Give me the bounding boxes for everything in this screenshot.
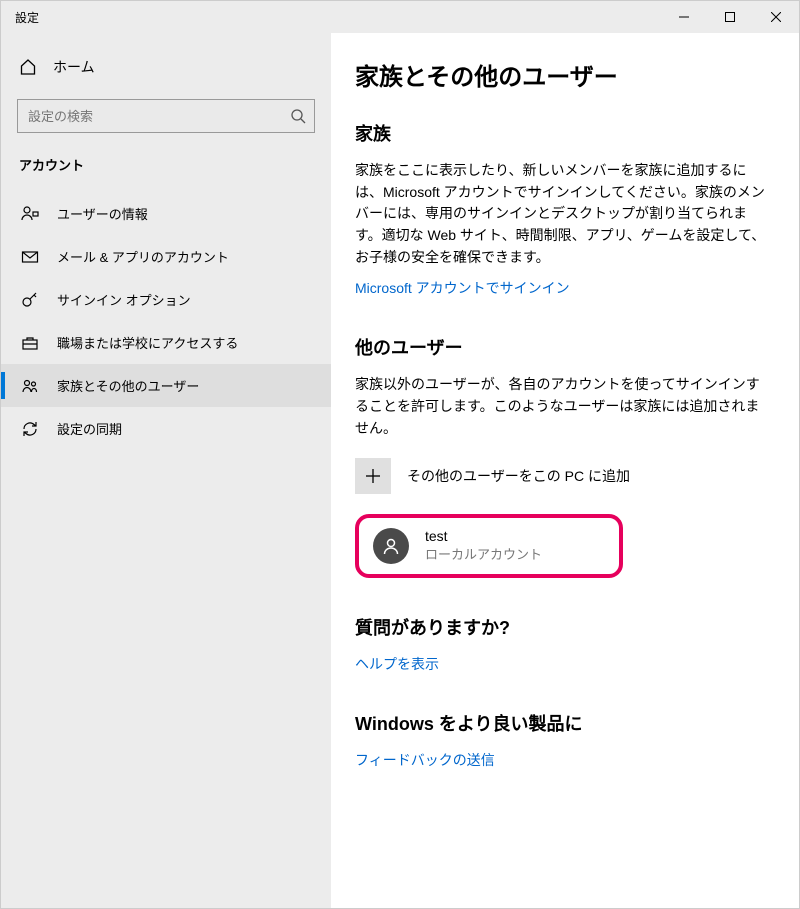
close-icon (771, 12, 781, 22)
sync-icon (21, 420, 39, 438)
close-button[interactable] (753, 1, 799, 33)
help-link[interactable]: ヘルプを表示 (355, 656, 439, 672)
help-heading: 質問がありますか? (355, 614, 767, 640)
page-title: 家族とその他のユーザー (355, 57, 767, 92)
sidebar-item-label: サインイン オプション (57, 290, 191, 309)
family-body: 家族をここに表示したり、新しいメンバーを家族に追加するには、Microsoft … (355, 160, 767, 268)
window-title: 設定 (1, 1, 39, 26)
feedback-heading: Windows をより良い製品に (355, 710, 767, 736)
sidebar-item-work[interactable]: 職場または学校にアクセスする (1, 321, 331, 364)
key-icon (21, 291, 39, 309)
person-icon (21, 205, 39, 223)
user-name: test (425, 528, 542, 544)
home-icon (19, 58, 37, 76)
user-account-card[interactable]: test ローカルアカウント (355, 514, 623, 578)
family-heading: 家族 (355, 120, 767, 146)
sidebar-item-user-info[interactable]: ユーザーの情報 (1, 192, 331, 235)
others-heading: 他のユーザー (355, 334, 767, 360)
signin-link[interactable]: Microsoft アカウントでサインイン (355, 280, 570, 296)
home-label: ホーム (53, 57, 95, 77)
help-section: 質問がありますか? ヘルプを表示 (355, 614, 767, 674)
others-body: 家族以外のユーザーが、各自のアカウントを使ってサインインすることを許可します。こ… (355, 374, 767, 439)
minimize-icon (679, 12, 689, 22)
sidebar-item-label: ユーザーの情報 (57, 204, 148, 223)
search-icon (290, 108, 306, 124)
sidebar-item-label: 職場または学校にアクセスする (57, 333, 238, 352)
add-user-label: その他のユーザーをこの PC に追加 (407, 466, 630, 486)
feedback-link[interactable]: フィードバックの送信 (355, 752, 495, 768)
family-section: 家族 家族をここに表示したり、新しいメンバーを家族に追加するには、Microso… (355, 120, 767, 298)
others-section: 他のユーザー 家族以外のユーザーが、各自のアカウントを使ってサインインすることを… (355, 334, 767, 577)
sidebar-item-email[interactable]: メール & アプリのアカウント (1, 235, 331, 278)
home-link[interactable]: ホーム (1, 47, 331, 87)
minimize-button[interactable] (661, 1, 707, 33)
mail-icon (21, 248, 39, 266)
sidebar: ホーム アカウント ユーザーの情報 メール & アプリのアカウント (1, 33, 331, 908)
feedback-section: Windows をより良い製品に フィードバックの送信 (355, 710, 767, 770)
sidebar-item-signin[interactable]: サインイン オプション (1, 278, 331, 321)
titlebar: 設定 (1, 1, 799, 33)
sidebar-item-family[interactable]: 家族とその他のユーザー (1, 364, 331, 407)
main-content: 家族とその他のユーザー 家族 家族をここに表示したり、新しいメンバーを家族に追加… (331, 33, 799, 908)
category-label: アカウント (1, 151, 331, 192)
plus-icon (355, 458, 391, 494)
maximize-button[interactable] (707, 1, 753, 33)
search-input[interactable] (28, 109, 290, 124)
sidebar-item-label: メール & アプリのアカウント (57, 247, 229, 266)
user-type: ローカルアカウント (425, 544, 542, 563)
briefcase-icon (21, 334, 39, 352)
sidebar-item-sync[interactable]: 設定の同期 (1, 407, 331, 450)
avatar-icon (373, 528, 409, 564)
add-user-button[interactable]: その他のユーザーをこの PC に追加 (355, 458, 767, 494)
search-box[interactable] (17, 99, 315, 133)
people-icon (21, 377, 39, 395)
maximize-icon (725, 12, 735, 22)
sidebar-item-label: 設定の同期 (57, 419, 122, 438)
sidebar-item-label: 家族とその他のユーザー (57, 376, 199, 395)
